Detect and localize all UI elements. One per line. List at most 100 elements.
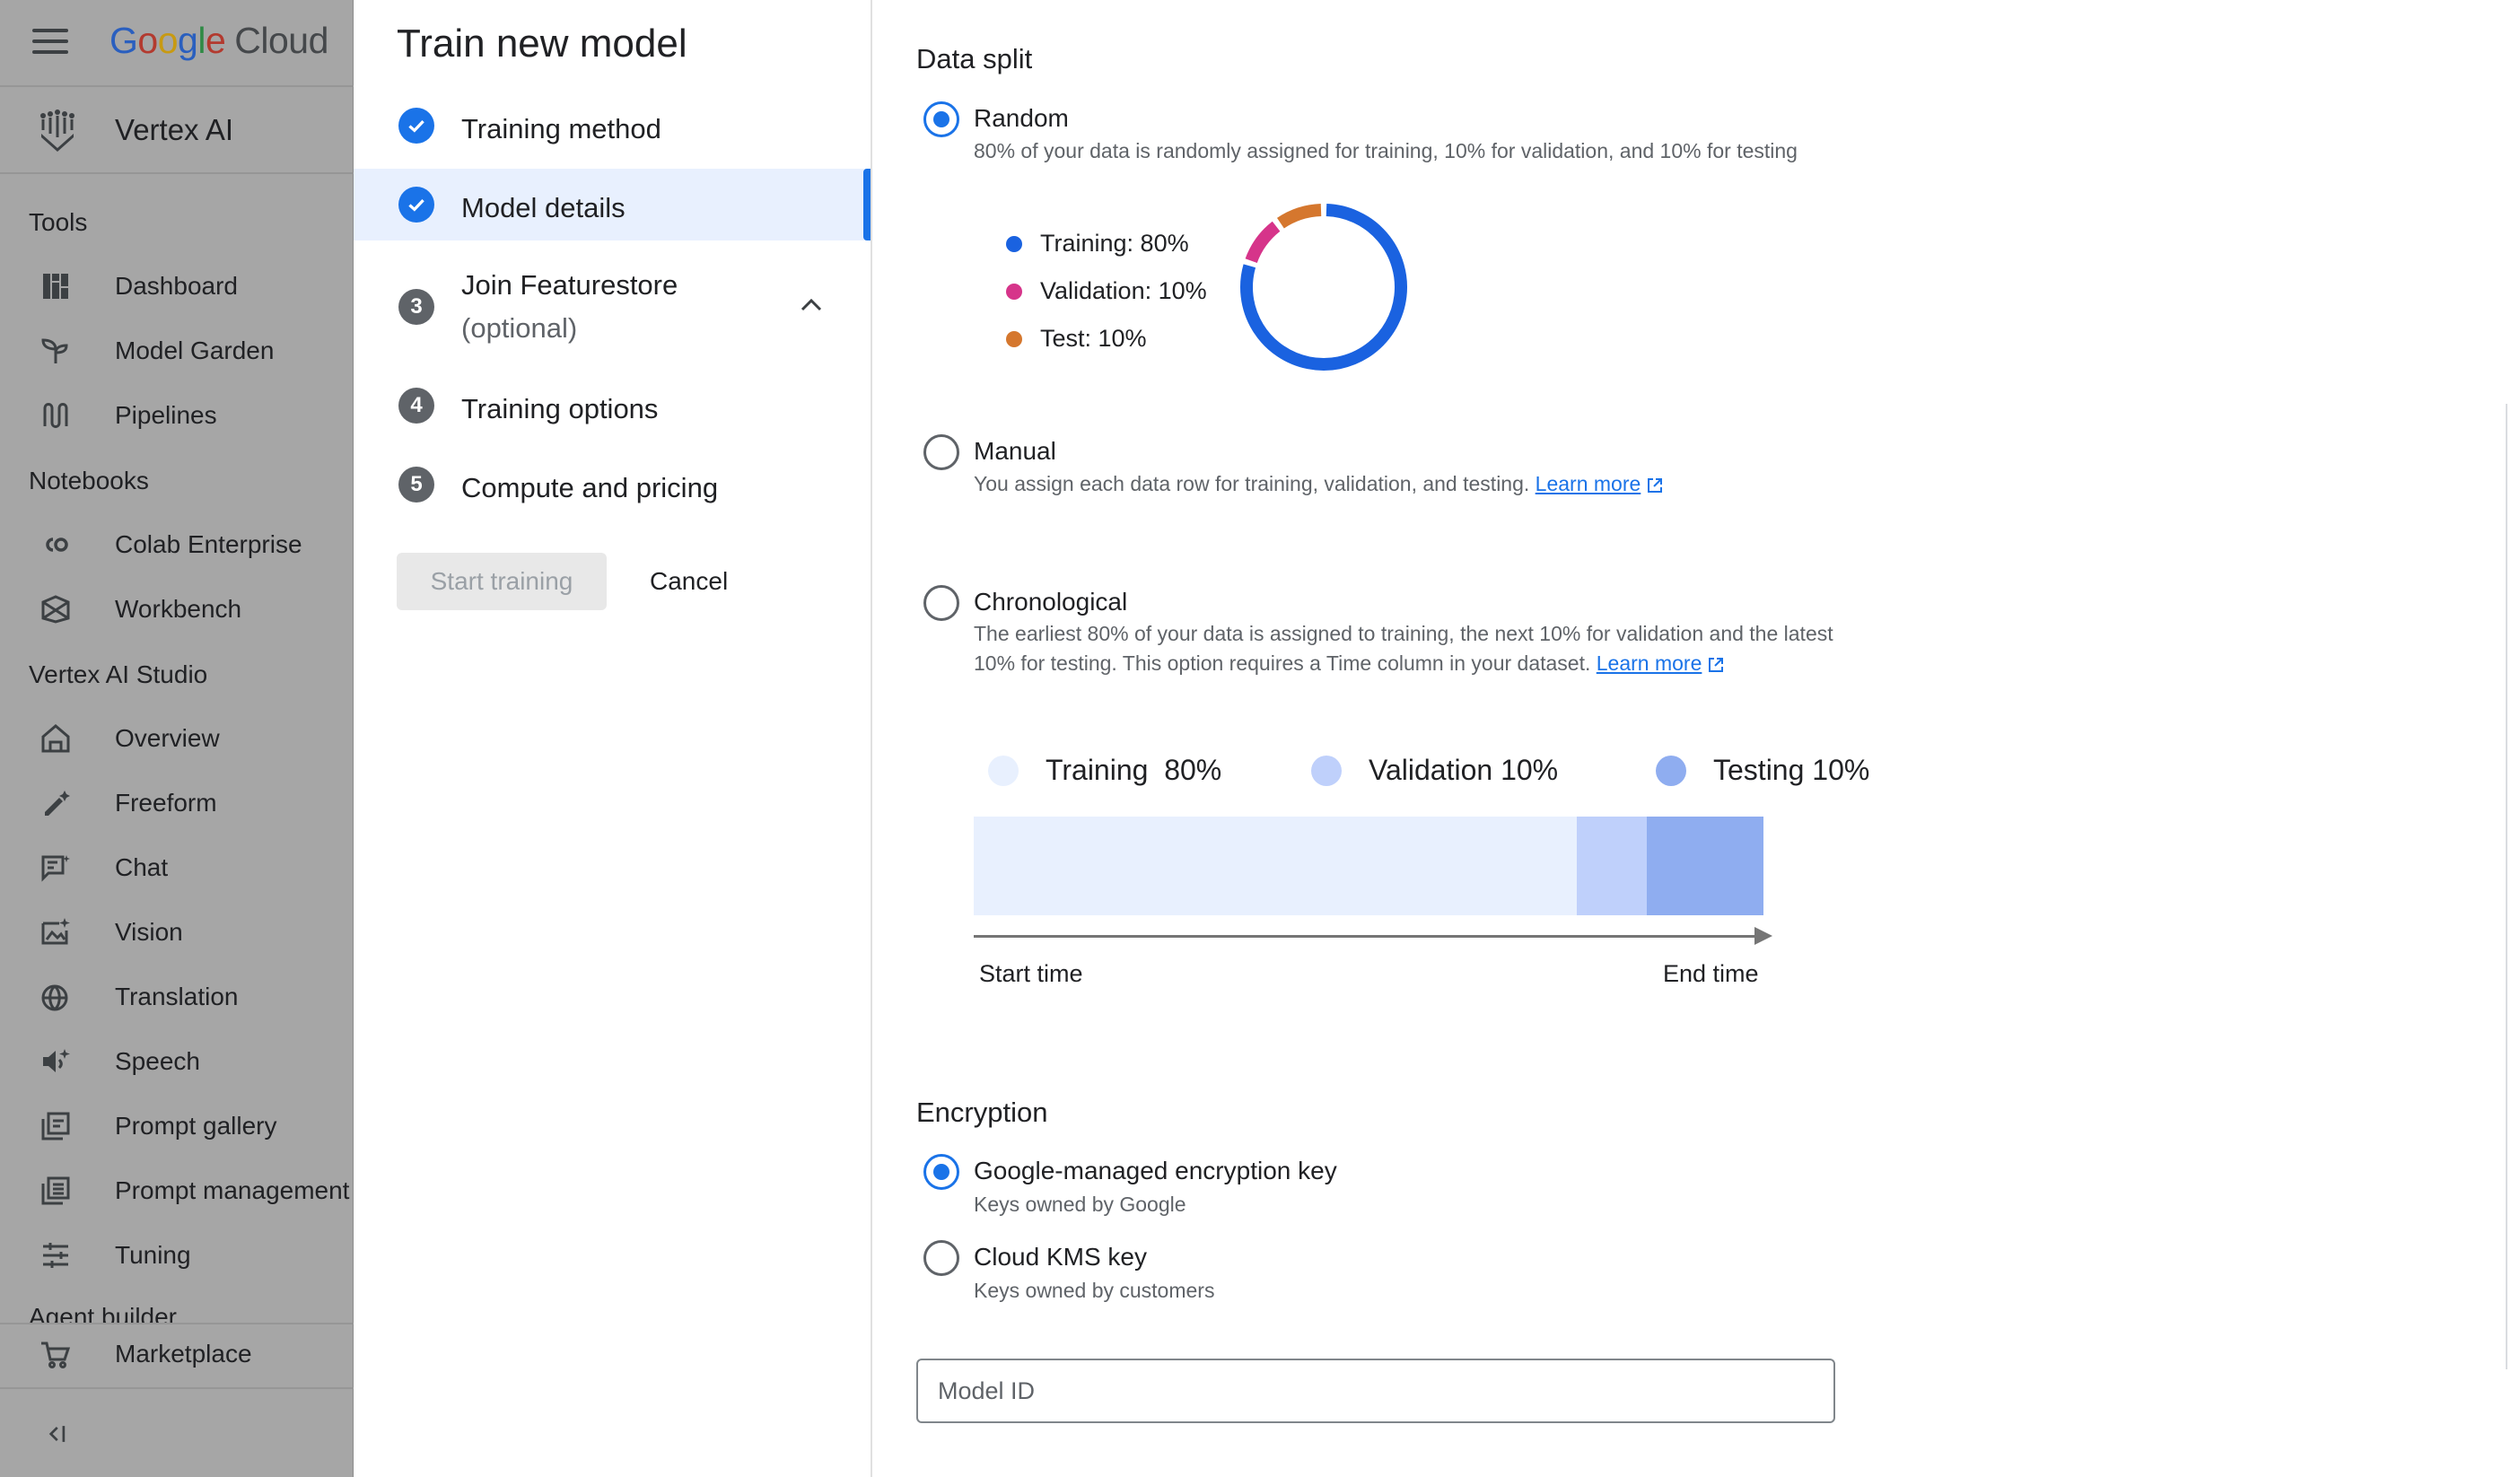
manual-description-text: You assign each data row for training, v… [974,472,1530,495]
step-label: Training options [461,393,659,424]
timeline-legend-validation: Validation 10% [1311,754,1558,787]
section-vertex-ai-studio: Vertex AI Studio [29,660,208,688]
sidebar-item-label: Prompt gallery [115,1112,277,1140]
timeline-dot-validation [1311,755,1342,786]
sidebar-item-label: Dashboard [115,272,238,300]
sidebar-item-vision[interactable]: Vision [0,906,354,958]
timeline-arrow [1754,927,1772,945]
top-bar: Google Cloud [0,0,354,87]
step-label: Model details [461,192,626,223]
chronological-title: Chronological [974,588,1128,616]
gallery-icon [41,1112,70,1141]
legend-dot-test [1006,330,1022,347]
vertex-ai-icon [40,109,74,152]
side-navigation: Google Cloud Vertex AI Tools Dashboard Mo… [0,0,354,1477]
panel-title: Train new model [397,22,687,66]
timeline-legend-training: Training 80% [988,754,1221,787]
legend-label: Validation: 10% [1040,277,1207,304]
section-agent-builder: Agent builder [29,1303,178,1323]
timeline-legend-label: Validation 10% [1369,754,1559,786]
donut-slice-test [1276,204,1322,229]
sidebar-item-pipelines[interactable]: Pipelines [0,389,354,441]
sidebar-item-colab-enterprise[interactable]: Colab Enterprise [0,519,354,571]
timeline-axis [974,935,1758,938]
logo-google: Google [109,20,226,61]
edit-sparkle-icon [45,791,70,816]
sidebar-item-dashboard[interactable]: Dashboard [0,260,354,312]
step-join-featurestore[interactable]: 3 Join Featurestore (optional) [354,269,871,359]
timeline-end-label: End time [1663,960,1759,987]
timeline-segment-testing [1646,817,1763,915]
step-compute-and-pricing[interactable]: 5 Compute and pricing [354,449,871,520]
check-circle-icon [398,187,434,223]
cancel-button[interactable]: Cancel [639,553,739,610]
chevron-up-icon[interactable] [799,293,824,318]
legend-test: Test: 10% [1006,325,1147,353]
main-content: Data split Random 80% of your data is ra… [873,0,2520,1477]
sidebar-item-tuning[interactable]: Tuning [0,1229,354,1281]
step-training-options[interactable]: 4 Training options [354,370,871,441]
chat-icon [41,855,70,882]
home-icon [41,724,70,753]
sidebar-item-freeform[interactable]: Freeform [0,777,354,829]
check-circle-icon [398,108,434,144]
sidebar-item-model-garden[interactable]: Model Garden [0,325,354,377]
sidebar-item-label: Model Garden [115,336,275,364]
timeline-dot-training [988,755,1019,786]
timeline-segment-validation [1577,817,1647,915]
speaker-sparkle-icon [43,1049,70,1072]
sidebar-item-label: Prompt management [115,1176,350,1204]
sidebar-item-label: Marketplace [115,1340,252,1368]
divider [0,1323,354,1324]
google-cloud-logo[interactable]: Google Cloud [109,20,328,62]
external-link-icon [1648,477,1663,493]
step-label: Join Featurestore [461,269,678,301]
chronological-radio[interactable] [923,585,959,621]
sidebar-item-speech[interactable]: Speech [0,1036,354,1088]
sidebar-item-workbench[interactable]: Workbench [0,583,354,635]
step-model-details[interactable]: Model details [354,169,871,240]
chronological-learn-more-link[interactable]: Learn more [1597,651,1702,675]
split-donut-chart [1240,204,1407,371]
image-sparkle-icon [41,918,70,945]
sidebar-item-label: Workbench [115,595,242,623]
sidebar-item-translation[interactable]: Translation [0,971,354,1023]
product-header[interactable]: Vertex AI [0,87,354,174]
menu-icon[interactable] [32,29,68,57]
scrollbar[interactable] [2506,404,2520,1369]
sidebar-item-overview[interactable]: Overview [0,712,354,765]
timeline-legend-testing: Testing 10% [1656,754,1869,787]
sidebar-item-label: Tuning [115,1241,191,1269]
manual-learn-more-link[interactable]: Learn more [1536,472,1641,495]
start-training-button[interactable]: Start training [397,553,607,610]
cart-icon [41,1342,71,1368]
random-radio[interactable] [923,101,959,137]
timeline-start-label: Start time [979,960,1083,987]
product-name: Vertex AI [115,113,234,146]
divider [0,1387,354,1389]
cloud-kms-key-radio[interactable] [923,1240,959,1276]
list-icon [41,1176,70,1205]
external-link-icon [1709,657,1724,672]
google-managed-key-radio[interactable] [923,1154,959,1190]
sidebar-item-label: Pipelines [115,401,217,429]
step-label: Compute and pricing [461,472,719,503]
collapse-left-icon[interactable] [41,1420,70,1448]
legend-training: Training: 80% [1006,230,1189,258]
timeline-dot-testing [1656,755,1686,786]
step-training-method[interactable]: Training method [354,90,871,162]
sidebar-item-chat[interactable]: Chat [0,842,354,894]
legend-label: Test: 10% [1040,325,1147,352]
sidebar-item-prompt-gallery[interactable]: Prompt gallery [0,1100,354,1152]
tune-icon [43,1243,68,1268]
model-id-input[interactable] [916,1359,1835,1423]
sidebar-item-label: Chat [115,853,169,881]
manual-radio[interactable] [923,434,959,470]
step-sublabel: (optional) [461,312,578,345]
donut-slice-validation [1245,221,1281,264]
manual-title: Manual [974,437,1056,465]
google-managed-key-title: Google-managed encryption key [974,1157,1337,1184]
dashboard-icon [43,274,68,299]
sidebar-item-prompt-management[interactable]: Prompt management [0,1165,354,1217]
sidebar-item-marketplace[interactable]: Marketplace [0,1328,354,1380]
